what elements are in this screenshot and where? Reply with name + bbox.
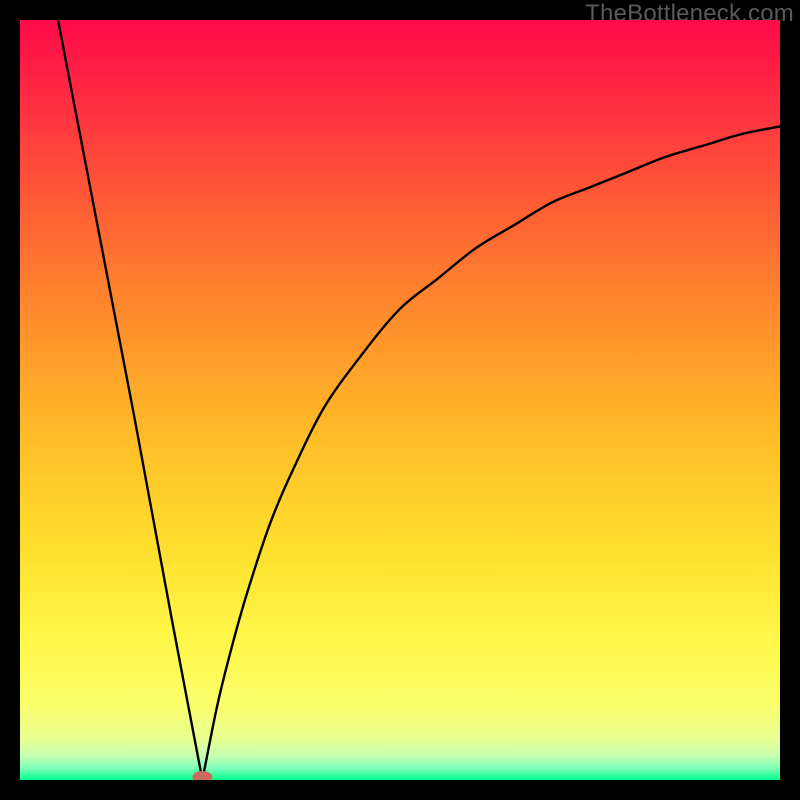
chart-svg	[20, 20, 780, 780]
chart-frame: TheBottleneck.com	[0, 0, 800, 800]
gradient-background	[20, 20, 780, 780]
bottleneck-chart	[20, 20, 780, 780]
